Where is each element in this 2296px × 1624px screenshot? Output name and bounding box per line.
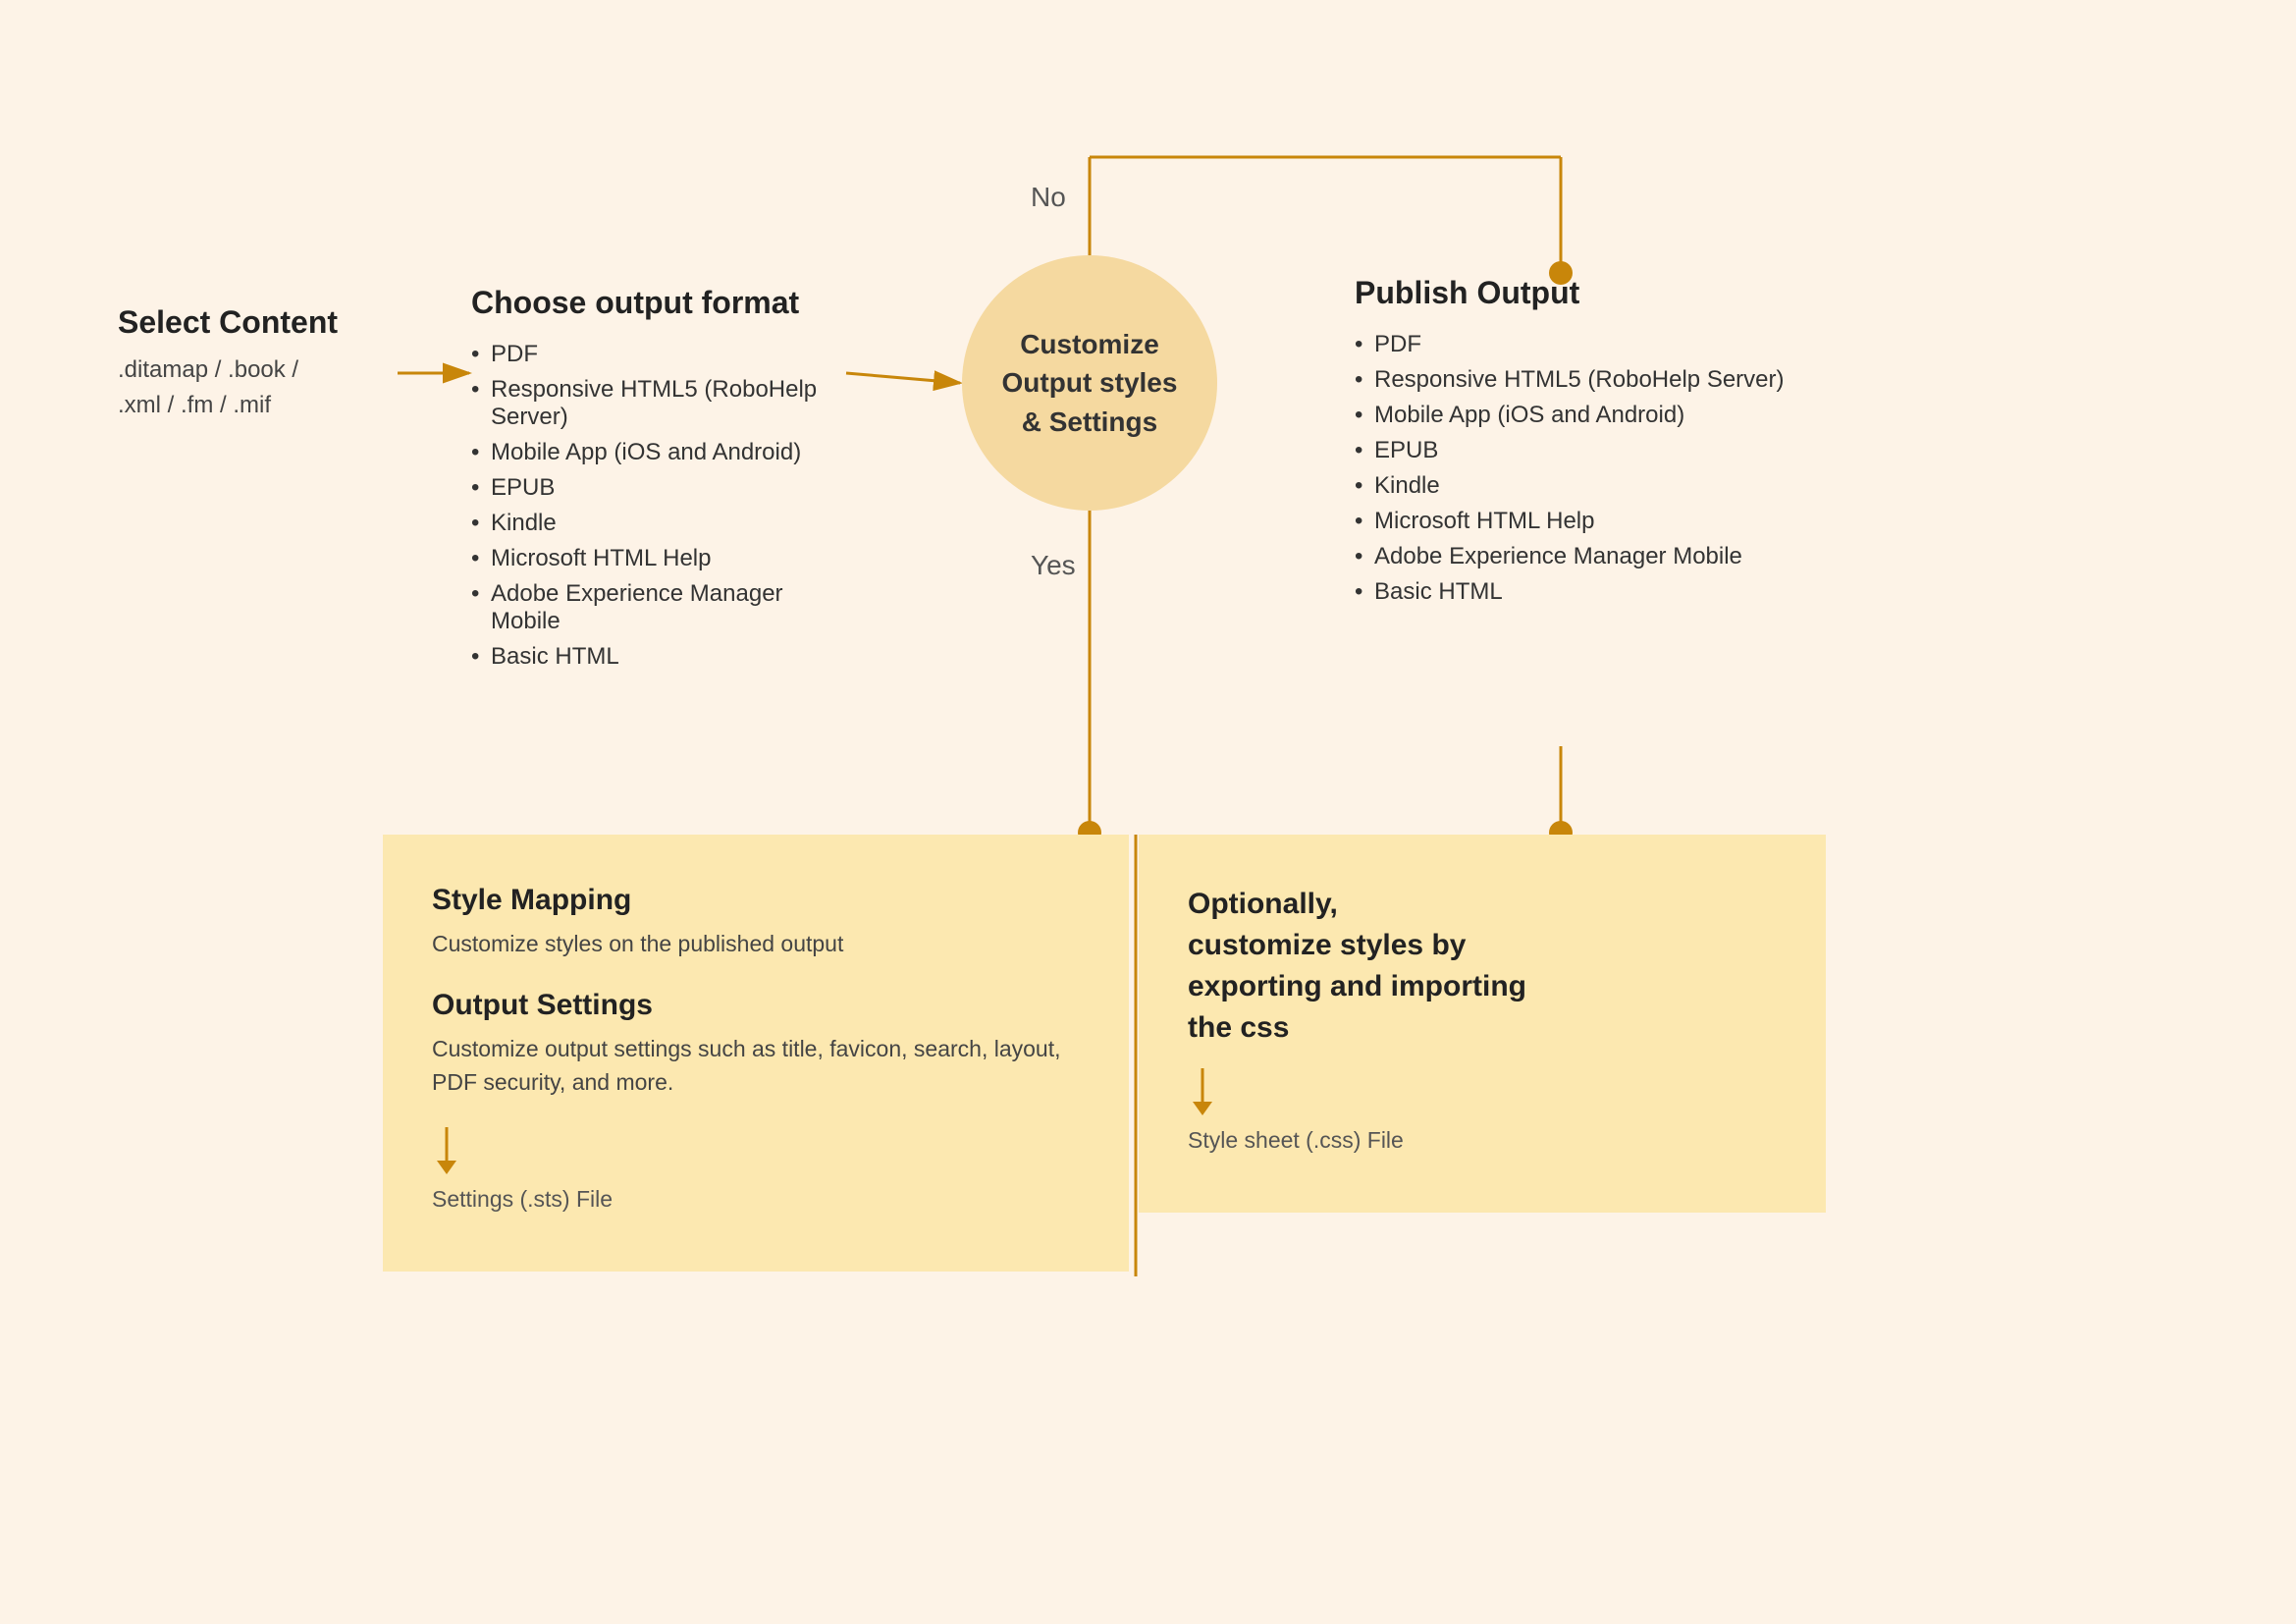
select-content-subtitle: .ditamap / .book /.xml / .fm / .mif [118, 352, 393, 423]
css-arrow-icon [1188, 1068, 1217, 1117]
choose-format-item: Kindle [471, 506, 844, 541]
settings-file-label: Settings (.sts) File [432, 1186, 1080, 1213]
output-settings-title: Output Settings [432, 989, 1080, 1022]
optional-title: Optionally,customize styles byexporting … [1188, 884, 1777, 1049]
choose-format-item: Mobile App (iOS and Android) [471, 435, 844, 470]
choose-format-item: EPUB [471, 470, 844, 506]
publish-output-title: Publish Output [1355, 275, 1787, 311]
css-file-label: Style sheet (.css) File [1188, 1127, 1777, 1154]
choose-format-item: Microsoft HTML Help [471, 541, 844, 576]
publish-output-item: Mobile App (iOS and Android) [1355, 398, 1787, 433]
publish-output-item: Kindle [1355, 468, 1787, 504]
choose-format-item: Basic HTML [471, 639, 844, 675]
choose-format-item: Adobe Experience Manager Mobile [471, 576, 844, 639]
label-no: No [1031, 182, 1066, 213]
style-mapping-text: Customize styles on the published output [432, 927, 1080, 961]
publish-output-block: Publish Output PDFResponsive HTML5 (Robo… [1355, 275, 1787, 610]
publish-output-item: PDF [1355, 327, 1787, 362]
publish-output-item: Responsive HTML5 (RoboHelp Server) [1355, 362, 1787, 398]
choose-format-list: PDFResponsive HTML5 (RoboHelp Server)Mob… [471, 337, 844, 675]
select-content-block: Select Content .ditamap / .book /.xml / … [118, 304, 393, 423]
bottom-right-box: Optionally,customize styles byexporting … [1139, 835, 1826, 1213]
diagram-container: No Yes Select Content .ditamap / .book /… [0, 0, 2296, 1624]
publish-output-item: Microsoft HTML Help [1355, 504, 1787, 539]
center-circle-text: CustomizeOutput styles& Settings [992, 315, 1188, 451]
publish-output-item: Adobe Experience Manager Mobile [1355, 539, 1787, 574]
choose-format-block: Choose output format PDFResponsive HTML5… [471, 285, 844, 675]
bottom-left-box: Style Mapping Customize styles on the pu… [383, 835, 1129, 1272]
publish-output-item: Basic HTML [1355, 574, 1787, 610]
center-circle: CustomizeOutput styles& Settings [962, 255, 1217, 511]
label-yes: Yes [1031, 550, 1076, 581]
choose-format-title: Choose output format [471, 285, 844, 321]
settings-arrow-icon [432, 1127, 461, 1176]
svg-arrows [0, 0, 2296, 1624]
choose-format-item: PDF [471, 337, 844, 372]
output-settings-text: Customize output settings such as title,… [432, 1032, 1080, 1100]
choose-format-item: Responsive HTML5 (RoboHelp Server) [471, 372, 844, 435]
style-mapping-title: Style Mapping [432, 884, 1080, 917]
select-content-title: Select Content [118, 304, 393, 341]
publish-output-item: EPUB [1355, 433, 1787, 468]
publish-output-list: PDFResponsive HTML5 (RoboHelp Server)Mob… [1355, 327, 1787, 610]
